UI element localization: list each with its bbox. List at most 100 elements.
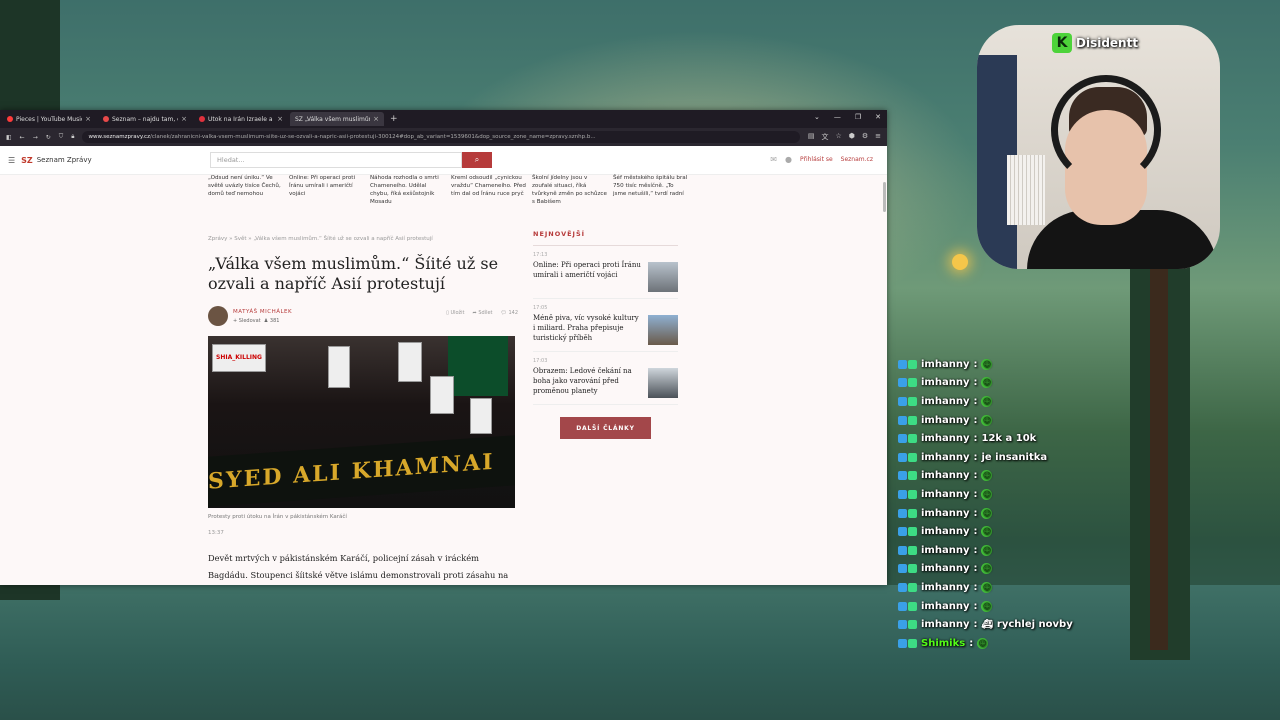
- bookmark-star-icon[interactable]: ☆: [835, 132, 841, 142]
- badge-icon: [898, 620, 907, 630]
- hamburger-menu-icon[interactable]: ☰: [8, 156, 15, 165]
- url-bar[interactable]: www.seznamzpravy.cz/clanek/zahranicni-va…: [82, 131, 800, 143]
- chat-username[interactable]: Shimiks: [921, 638, 965, 649]
- chat-username[interactable]: imhanny: [921, 359, 969, 370]
- chat-username[interactable]: imhanny: [921, 526, 969, 537]
- more-articles-button[interactable]: DALŠÍ ČLÁNKY: [560, 417, 651, 439]
- chat-overlay: imhanny: ☺ imhanny: ☺ imhanny: ☺ imhanny: ☺ imha…: [898, 355, 1138, 653]
- chat-username[interactable]: imhanny: [921, 489, 969, 500]
- teaser-item[interactable]: „Odsud není úniku.“ Ve světě uvázly tisí…: [208, 174, 289, 206]
- translate-icon[interactable]: 文: [821, 132, 828, 142]
- chat-username[interactable]: imhanny: [921, 582, 969, 593]
- article-thumbnail: [648, 262, 678, 292]
- chat-username[interactable]: imhanny: [921, 545, 969, 556]
- news-icon: [199, 116, 205, 122]
- teaser-item[interactable]: Online: Při operaci proti Íránu umírali …: [289, 174, 370, 206]
- close-icon[interactable]: ×: [85, 115, 91, 123]
- lock-icon[interactable]: 🔒︎: [71, 133, 74, 141]
- close-window-button[interactable]: ✕: [875, 113, 881, 121]
- chat-text: rychlej novby: [996, 619, 1073, 631]
- extension-icon[interactable]: ⬢: [849, 132, 855, 142]
- shield-icon[interactable]: ⛉: [59, 133, 64, 141]
- site-logo[interactable]: SZ: [21, 156, 33, 165]
- ambulance-emote-icon: 🚑︎: [981, 619, 993, 630]
- browser-tab-4[interactable]: SZ „Válka všem muslimům.“ Šíité u ×: [290, 112, 384, 126]
- window-controls: ⌄ — ❐ ✕: [814, 113, 881, 121]
- close-icon[interactable]: ×: [181, 115, 187, 123]
- reader-icon[interactable]: ▤: [808, 132, 815, 142]
- sidebar-article[interactable]: 17:05 Méně piva, víc vysoké kultury i mi…: [533, 299, 678, 352]
- badge-icon: [908, 508, 917, 518]
- seznam-link[interactable]: Seznam.cz: [841, 156, 873, 163]
- chat-username[interactable]: imhanny: [921, 563, 969, 574]
- chevron-down-icon[interactable]: ⌄: [814, 113, 820, 121]
- reload-button[interactable]: ↻: [46, 134, 51, 141]
- badge-icon: [898, 471, 907, 481]
- close-icon[interactable]: ×: [277, 115, 283, 123]
- chat-username[interactable]: imhanny: [921, 433, 969, 444]
- maximize-button[interactable]: ❐: [855, 113, 861, 121]
- chat-username[interactable]: imhanny: [921, 470, 969, 481]
- browser-tab-1[interactable]: Pieces | YouTube Music ×: [2, 112, 96, 126]
- share-button[interactable]: ➦ Sdílet: [473, 310, 493, 316]
- sidebar-article[interactable]: 17:13 Online: Při operaci proti Íránu um…: [533, 246, 678, 299]
- badge-icon: [908, 527, 917, 537]
- teaser-item[interactable]: Šéf městského špitálu bral 750 tisíc měs…: [613, 174, 694, 206]
- chat-badges: [898, 489, 917, 499]
- teaser-strip: „Odsud není úniku.“ Ve světě uvázly tisí…: [208, 174, 694, 206]
- chat-username[interactable]: imhanny: [921, 508, 969, 519]
- teaser-item[interactable]: Náhoda rozhodla o smrti Chameneího. Uděl…: [370, 174, 451, 206]
- browser-tab-3[interactable]: Útok na Írán Izraele a USA: Vál ×: [194, 112, 288, 126]
- search-icon: ⌕: [474, 155, 480, 164]
- chat-message: imhanny: ☺: [898, 560, 1138, 579]
- lantern: [952, 254, 968, 270]
- kick-emote-icon: ☺: [981, 526, 993, 538]
- comments-button[interactable]: 💬︎ 142: [501, 310, 519, 316]
- chat-message: imhanny: ☺: [898, 597, 1138, 616]
- search-input[interactable]: Hledat...: [210, 152, 462, 168]
- follow-button[interactable]: + Sledovat: [233, 318, 261, 324]
- tab-bar: Pieces | YouTube Music × Seznam – najdu …: [0, 110, 887, 128]
- chat-message: imhanny: ☺: [898, 374, 1138, 393]
- kick-emote-icon: ☺: [981, 563, 993, 575]
- badge-icon: [898, 396, 907, 406]
- tree-trunk: [1150, 250, 1168, 650]
- login-link[interactable]: Přihlásit se: [800, 156, 833, 163]
- chat-username[interactable]: imhanny: [921, 396, 969, 407]
- badge-icon: [898, 508, 907, 518]
- search-button[interactable]: ⌕: [462, 152, 492, 168]
- minimize-button[interactable]: —: [834, 113, 841, 121]
- teaser-item[interactable]: Školní jídelny jsou v zoufalé situaci, ř…: [532, 174, 613, 206]
- chat-username[interactable]: imhanny: [921, 452, 969, 463]
- badge-icon: [908, 415, 917, 425]
- browser-tab-2[interactable]: Seznam – najdu tam, co nezná ×: [98, 112, 192, 126]
- scrollbar[interactable]: [883, 182, 886, 212]
- menu-icon[interactable]: ≡: [875, 132, 881, 142]
- chat-bubble-icon[interactable]: ●: [785, 155, 792, 164]
- avatar[interactable]: [208, 306, 228, 326]
- badge-icon: [908, 582, 917, 592]
- chat-username[interactable]: imhanny: [921, 601, 969, 612]
- article-photo[interactable]: SHIA_KILLING SYED ALI KHAMNAI: [208, 336, 515, 508]
- new-tab-button[interactable]: +: [390, 114, 398, 124]
- save-button[interactable]: ▯ Uložit: [446, 310, 464, 316]
- web-page: ☰ SZ Seznam Zprávy Hledat... ⌕ ✉ ● Přihl…: [0, 146, 887, 585]
- mail-icon[interactable]: ✉: [770, 155, 777, 164]
- sidebar-article[interactable]: 17:03 Obrazem: Ledové čekání na boha jak…: [533, 352, 678, 405]
- author-name[interactable]: MATYÁŠ MICHÁLEK: [233, 309, 292, 315]
- badge-icon: [908, 359, 917, 369]
- chat-username[interactable]: imhanny: [921, 619, 969, 630]
- chat-username[interactable]: imhanny: [921, 377, 969, 388]
- forward-button[interactable]: →: [33, 134, 38, 141]
- site-brand[interactable]: Seznam Zprávy: [37, 156, 92, 164]
- photo-sign-portrait: [470, 398, 492, 434]
- badge-icon: [898, 378, 907, 388]
- article-actions: ▯ Uložit ➦ Sdílet 💬︎ 142: [446, 310, 518, 316]
- close-icon[interactable]: ×: [373, 115, 379, 123]
- chat-username[interactable]: imhanny: [921, 415, 969, 426]
- sidebar-toggle-icon[interactable]: ◧: [6, 134, 12, 141]
- teaser-item[interactable]: Kreml odsoudil „cynickou vraždu“ Chamene…: [451, 174, 532, 206]
- breadcrumb[interactable]: Zprávy » Svět » „Válka všem muslimům.“ Š…: [208, 236, 518, 242]
- puzzle-icon[interactable]: ⚙: [862, 132, 868, 142]
- back-button[interactable]: ←: [20, 134, 25, 141]
